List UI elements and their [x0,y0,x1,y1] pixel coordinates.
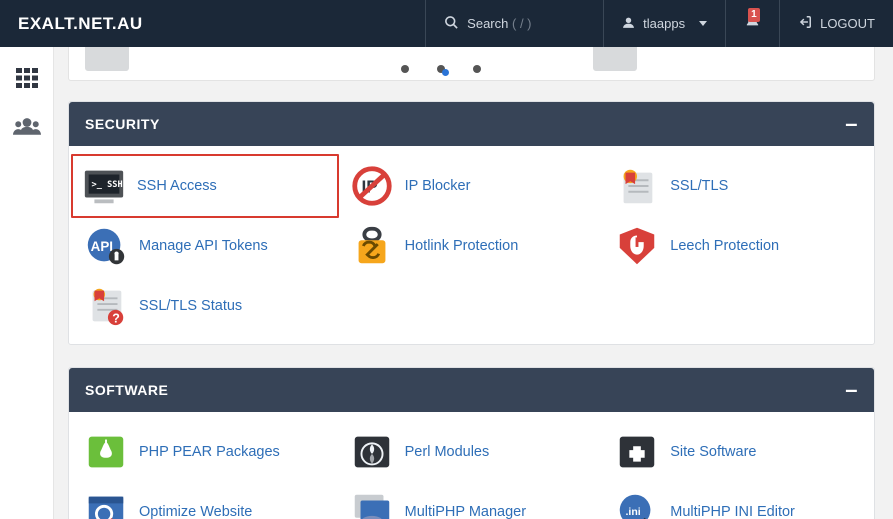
hotlink-icon [349,224,395,268]
collapse-icon[interactable]: – [845,113,858,135]
topbar: EXALT.NET.AU Search ( / ) tlaapps 1 LOGO… [0,0,893,47]
item-multiphp-manager[interactable]: php MultiPHP Manager [339,482,605,519]
software-panel-header[interactable]: SOFTWARE – [69,368,874,412]
sidebar [0,47,54,519]
item-ssh-access[interactable]: >_ SSH SSH Access [71,154,339,218]
notifications-button[interactable]: 1 [725,0,779,47]
item-label: MultiPHP Manager [405,504,526,519]
security-panel-header[interactable]: SECURITY – [69,102,874,146]
item-manage-api-tokens[interactable]: API Manage API Tokens [73,216,339,276]
ssh-access-icon: >_ SSH [81,164,127,208]
item-multiphp-ini-editor[interactable]: .ini MultiPHP INI Editor [604,482,870,519]
svg-text:API: API [91,239,113,254]
item-label: Manage API Tokens [139,238,268,254]
partial-panel-above [68,47,875,81]
item-ip-blocker[interactable]: IP IP Blocker [339,156,605,216]
ssl-tls-icon [614,164,660,208]
sidebar-users-button[interactable] [13,113,41,139]
item-label: MultiPHP INI Editor [670,504,795,519]
item-label: SSL/TLS Status [139,298,242,314]
multiphp-manager-icon: php [349,490,395,519]
item-label: Leech Protection [670,238,779,254]
item-leech-protection[interactable]: Leech Protection [604,216,870,276]
item-label: Perl Modules [405,444,490,460]
collapse-icon[interactable]: – [845,379,858,401]
item-hotlink-protection[interactable]: Hotlink Protection [339,216,605,276]
svg-text:>_ SSH: >_ SSH [92,180,123,190]
search-label: Search [467,16,508,31]
security-panel: SECURITY – >_ SSH SSH Access [68,101,875,345]
logout-icon [798,15,812,32]
user-menu[interactable]: tlaapps [603,0,725,47]
item-ssl-tls[interactable]: SSL/TLS [604,156,870,216]
user-icon [622,16,635,32]
notification-count: 1 [748,8,760,22]
multiphp-ini-icon: .ini [614,490,660,519]
search-hint: ( / ) [512,16,532,31]
item-label: SSH Access [137,178,217,194]
svg-text:?: ? [112,311,120,325]
item-label: Optimize Website [139,504,252,519]
item-perl-modules[interactable]: Perl Modules [339,422,605,482]
php-pear-icon [83,430,129,474]
item-site-software[interactable]: Site Software [604,422,870,482]
item-label: Site Software [670,444,756,460]
item-label: IP Blocker [405,178,471,194]
item-label: SSL/TLS [670,178,728,194]
panel-title: SECURITY [85,116,160,132]
main-content: SECURITY – >_ SSH SSH Access [54,47,893,519]
ssl-status-icon: ? [83,284,129,328]
search-icon [444,15,459,33]
item-ssl-tls-status[interactable]: ? SSL/TLS Status [73,276,339,336]
global-search[interactable]: Search ( / ) [425,0,603,47]
perl-modules-icon [349,430,395,474]
leech-icon [614,224,660,268]
site-software-icon [614,430,660,474]
svg-text:.ini: .ini [626,506,641,518]
item-label: Hotlink Protection [405,238,519,254]
item-optimize-website[interactable]: Optimize Website [73,482,339,519]
item-label: PHP PEAR Packages [139,444,280,460]
logout-label: LOGOUT [820,16,875,31]
sidebar-apps-button[interactable] [13,65,41,91]
logout-button[interactable]: LOGOUT [779,0,893,47]
item-php-pear-packages[interactable]: PHP PEAR Packages [73,422,339,482]
panel-title: SOFTWARE [85,382,168,398]
brand[interactable]: EXALT.NET.AU [0,0,161,47]
caret-down-icon [699,21,707,26]
software-panel: SOFTWARE – PHP PEAR Packages [68,367,875,519]
username: tlaapps [643,16,685,31]
ip-blocker-icon: IP [349,164,395,208]
api-tokens-icon: API [83,224,129,268]
optimize-website-icon [83,490,129,519]
